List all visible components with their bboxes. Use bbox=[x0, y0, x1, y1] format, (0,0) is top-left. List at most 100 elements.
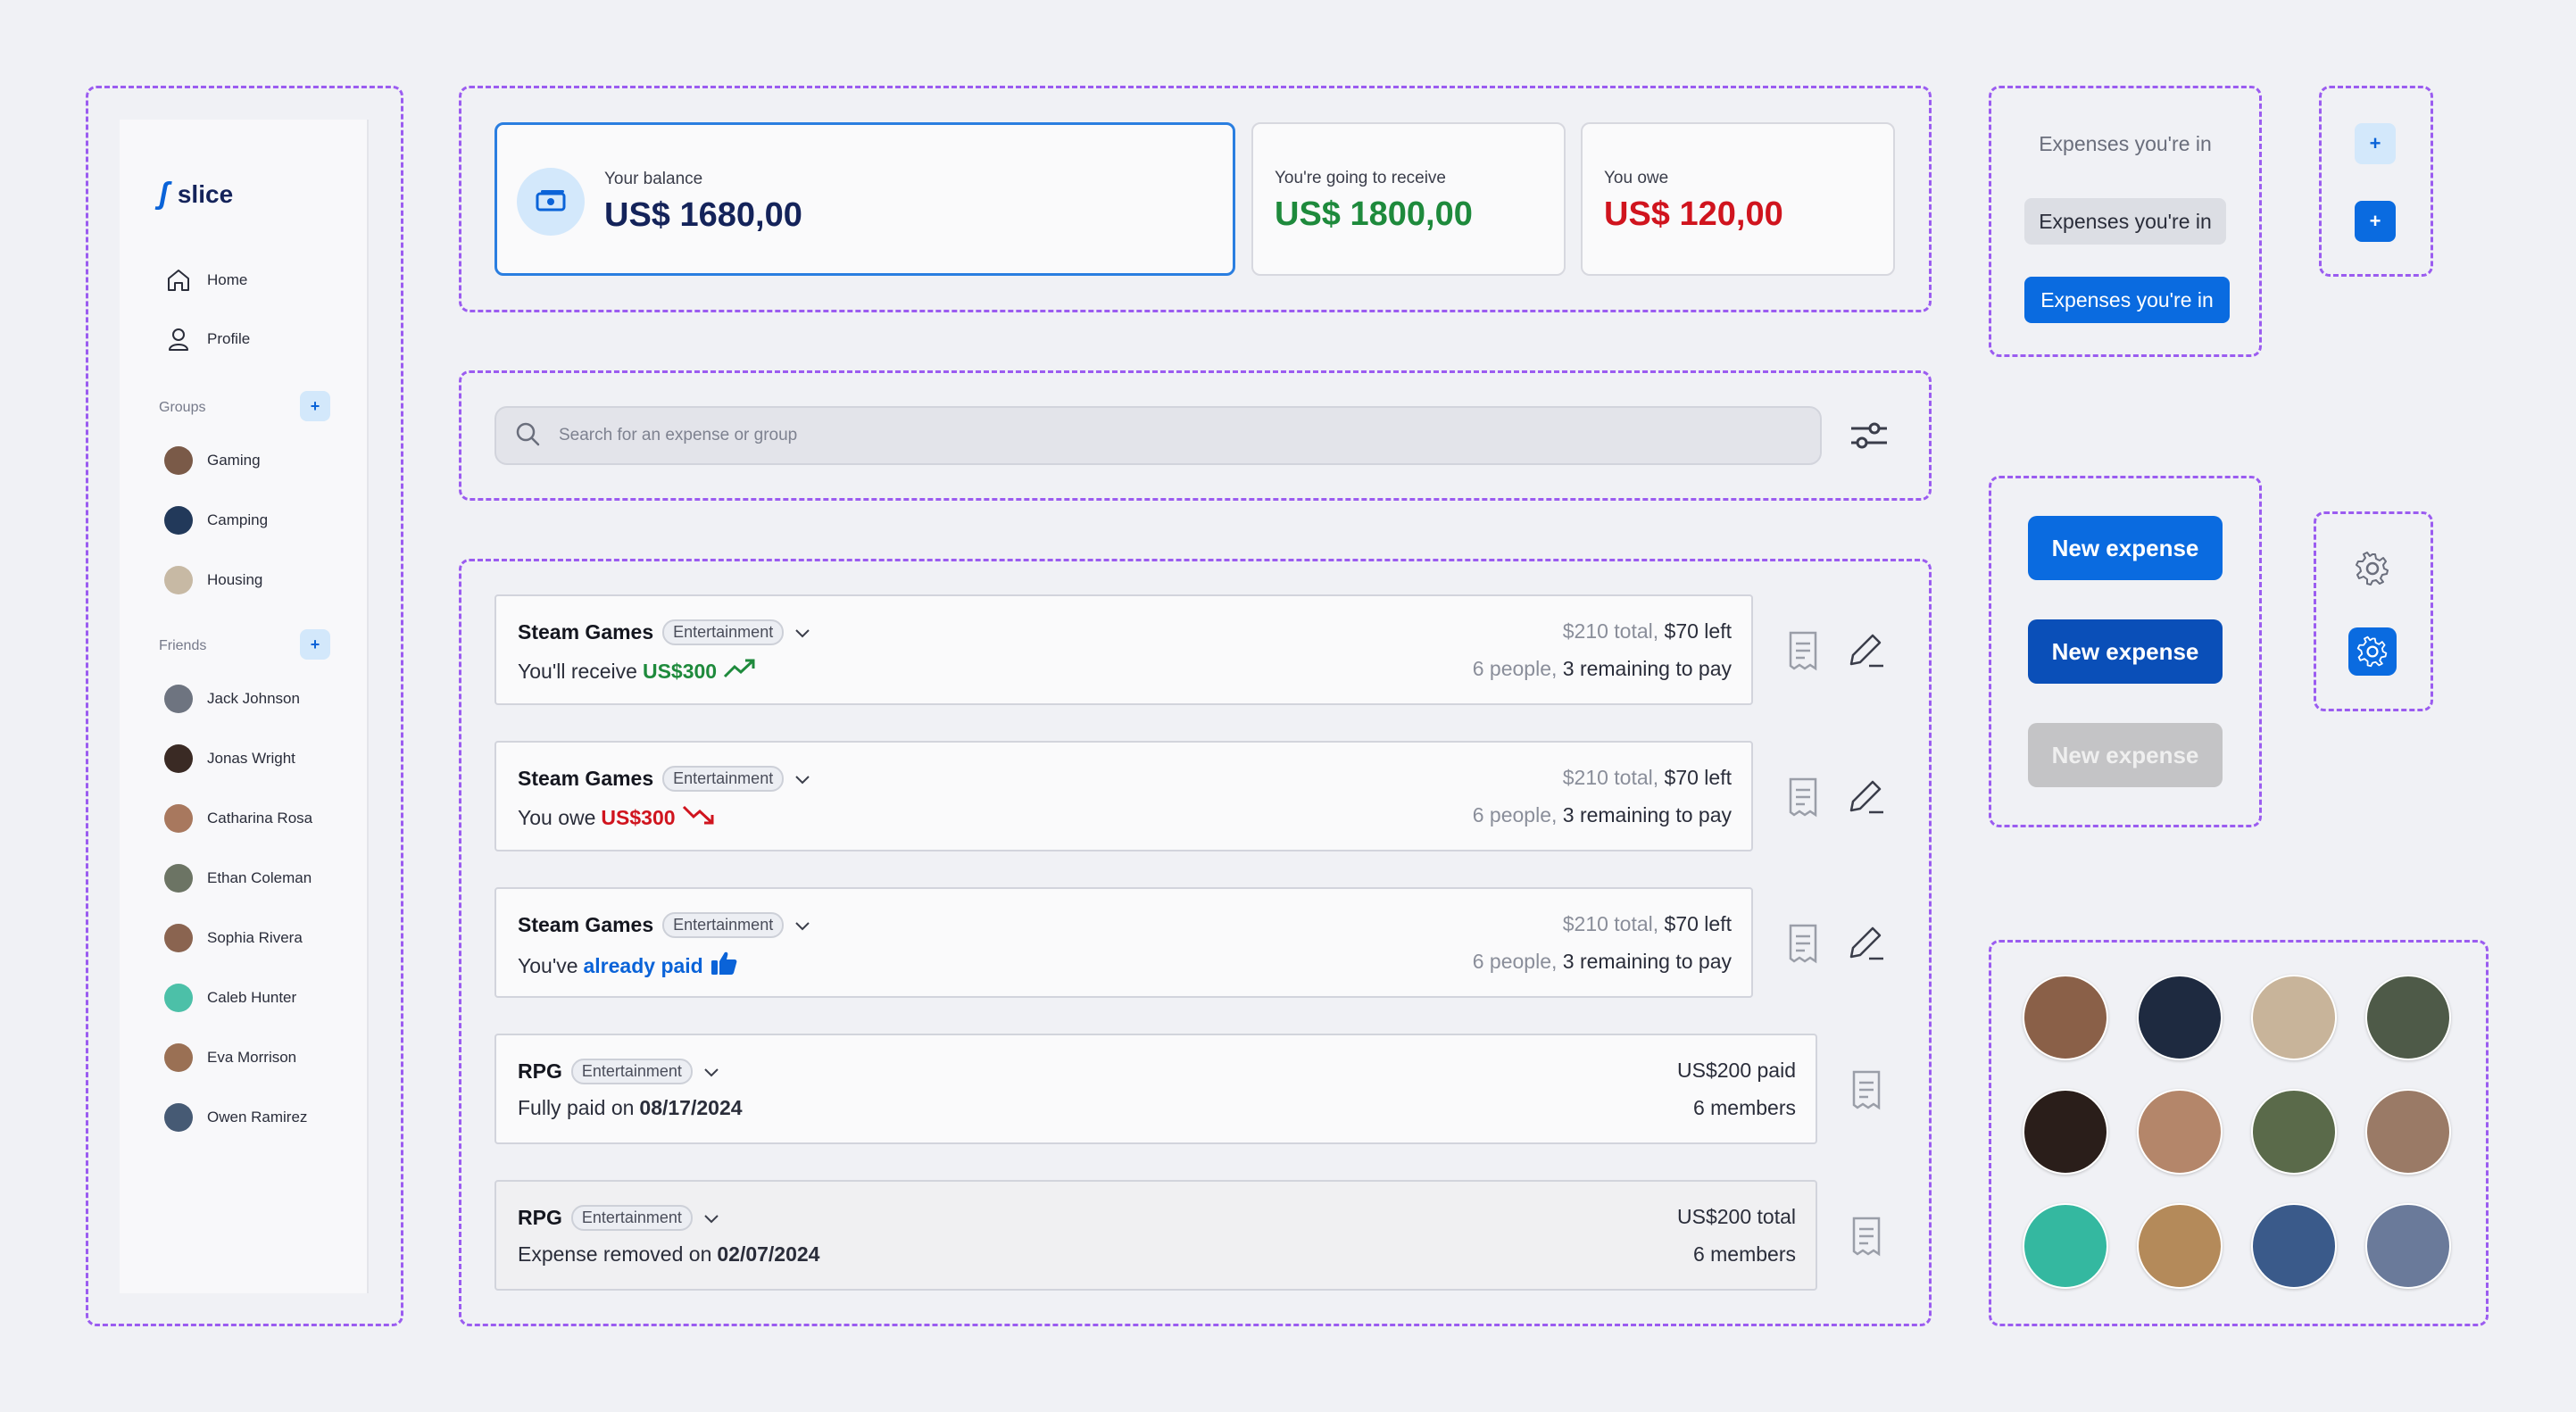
chevron-down-icon[interactable] bbox=[702, 1209, 721, 1228]
photo-avatar bbox=[2023, 1203, 2108, 1289]
photo-avatar bbox=[2023, 1089, 2108, 1175]
chevron-down-icon[interactable] bbox=[793, 916, 812, 935]
avatar bbox=[164, 984, 193, 1012]
balance-label: Your balance bbox=[604, 170, 703, 188]
photo-avatar bbox=[2365, 1089, 2451, 1175]
owe-card[interactable]: You owe US$ 120,00 bbox=[1581, 122, 1895, 276]
receipt-icon[interactable] bbox=[1787, 777, 1819, 818]
new-expense-button-disabled[interactable]: New expense bbox=[2028, 723, 2223, 787]
avatar bbox=[164, 924, 193, 952]
sidebar-item-friend[interactable]: Jack Johnson bbox=[164, 683, 300, 715]
expense-name: Steam Games bbox=[518, 913, 654, 936]
photo-avatar bbox=[2023, 975, 2108, 1060]
expense-remaining: 3 remaining to pay bbox=[1562, 657, 1732, 680]
receive-value: US$ 1800,00 bbox=[1275, 195, 1473, 233]
avatar bbox=[164, 864, 193, 893]
search-input[interactable] bbox=[559, 426, 1719, 445]
expense-amount: US$300 bbox=[601, 805, 676, 829]
add-button-light[interactable]: + bbox=[2355, 123, 2396, 164]
filter-chip-default[interactable]: Expenses you're in bbox=[2024, 120, 2226, 167]
filter-chip-selected[interactable]: Expenses you're in bbox=[2024, 277, 2230, 323]
receive-card[interactable]: You're going to receive US$ 1800,00 bbox=[1251, 122, 1566, 276]
expense-status-text: You'll receive bbox=[518, 659, 637, 683]
photo-avatar bbox=[2137, 1203, 2223, 1289]
expense-members: 6 members bbox=[1692, 1096, 1796, 1119]
sidebar-item-housing[interactable]: Housing bbox=[164, 564, 262, 596]
expense-total: $210 total, bbox=[1562, 619, 1665, 643]
new-expense-button[interactable]: New expense bbox=[2028, 516, 2223, 580]
expense-row[interactable]: Steam Games Entertainment You owe US$300… bbox=[494, 741, 1753, 851]
expense-status-text: You've bbox=[518, 953, 578, 977]
sidebar-item-gaming[interactable]: Gaming bbox=[164, 444, 261, 477]
trending-up-icon bbox=[722, 657, 758, 685]
category-tag: Entertainment bbox=[662, 912, 785, 938]
sidebar-item-friend[interactable]: Jonas Wright bbox=[164, 743, 295, 775]
sidebar-item-label: Home bbox=[207, 271, 248, 288]
expense-row[interactable]: RPG Entertainment Fully paid on 08/17/20… bbox=[494, 1034, 1817, 1144]
category-tag: Entertainment bbox=[570, 1059, 693, 1084]
sidebar-item-label: Eva Morrison bbox=[207, 1049, 297, 1066]
receipt-icon[interactable] bbox=[1787, 923, 1819, 964]
filter-icon[interactable] bbox=[1849, 419, 1889, 456]
expense-row[interactable]: Steam Games Entertainment You'll receive… bbox=[494, 594, 1753, 705]
sidebar-item-label: Gaming bbox=[207, 452, 261, 469]
add-friend-button[interactable]: + bbox=[300, 629, 330, 660]
chevron-down-icon[interactable] bbox=[793, 769, 812, 789]
sidebar-item-friend[interactable]: Caleb Hunter bbox=[164, 982, 296, 1014]
sidebar-item-friend[interactable]: Ethan Coleman bbox=[164, 862, 312, 894]
trending-down-icon bbox=[681, 803, 717, 832]
photo-avatar bbox=[2137, 975, 2223, 1060]
filter-chip-hover[interactable]: Expenses you're in bbox=[2024, 198, 2226, 245]
edit-icon[interactable] bbox=[1846, 777, 1887, 818]
expense-total: US$200 paid bbox=[1677, 1059, 1796, 1082]
logo-icon: ʃ bbox=[159, 177, 169, 211]
balance-card[interactable]: Your balance US$ 1680,00 bbox=[494, 122, 1235, 276]
expense-left: $70 left bbox=[1664, 912, 1732, 935]
expense-paid-status: already paid bbox=[583, 953, 703, 977]
sidebar-item-profile[interactable]: Profile bbox=[164, 323, 250, 355]
expense-date: 08/17/2024 bbox=[639, 1096, 743, 1119]
gear-icon[interactable] bbox=[2354, 550, 2391, 592]
edit-icon[interactable] bbox=[1846, 923, 1887, 964]
owe-label: You owe bbox=[1604, 169, 1669, 187]
balance-value: US$ 1680,00 bbox=[604, 196, 802, 234]
expense-left: $70 left bbox=[1664, 766, 1732, 789]
sidebar-item-friend[interactable]: Catharina Rosa bbox=[164, 802, 312, 835]
expense-status-text: Fully paid on bbox=[518, 1096, 635, 1119]
chevron-down-icon[interactable] bbox=[793, 623, 812, 643]
search-icon bbox=[514, 420, 541, 452]
money-icon bbox=[517, 168, 585, 236]
receive-label: You're going to receive bbox=[1275, 169, 1447, 187]
sidebar-item-friend[interactable]: Sophia Rivera bbox=[164, 922, 303, 954]
category-tag: Entertainment bbox=[570, 1205, 693, 1231]
edit-icon[interactable] bbox=[1846, 630, 1887, 671]
expense-total: US$200 total bbox=[1677, 1205, 1796, 1228]
expense-name: Steam Games bbox=[518, 620, 654, 644]
expense-people: 6 people, bbox=[1472, 657, 1563, 680]
new-expense-button-pressed[interactable]: New expense bbox=[2028, 619, 2223, 684]
expense-people: 6 people, bbox=[1472, 803, 1563, 826]
expense-amount: US$300 bbox=[642, 659, 718, 683]
sidebar-item-label: Owen Ramirez bbox=[207, 1109, 308, 1125]
receipt-icon[interactable] bbox=[1850, 1069, 1882, 1110]
expense-row[interactable]: RPG Entertainment Expense removed on 02/… bbox=[494, 1180, 1817, 1291]
chevron-down-icon[interactable] bbox=[702, 1062, 721, 1082]
sidebar-item-camping[interactable]: Camping bbox=[164, 504, 268, 536]
add-button-dark[interactable]: + bbox=[2355, 201, 2396, 242]
home-icon bbox=[164, 266, 193, 295]
gear-icon-active[interactable] bbox=[2348, 627, 2397, 676]
sidebar-item-home[interactable]: Home bbox=[164, 264, 247, 296]
avatar bbox=[164, 1043, 193, 1072]
thumbs-up-icon bbox=[709, 950, 739, 982]
receipt-icon[interactable] bbox=[1850, 1216, 1882, 1257]
sidebar-item-label: Profile bbox=[207, 330, 251, 347]
add-group-button[interactable]: + bbox=[300, 391, 330, 421]
receipt-icon[interactable] bbox=[1787, 630, 1819, 671]
sidebar-item-friend[interactable]: Eva Morrison bbox=[164, 1042, 296, 1074]
expense-total: $210 total, bbox=[1562, 912, 1665, 935]
sidebar-item-friend[interactable]: Owen Ramirez bbox=[164, 1101, 307, 1134]
logo: ʃ slice bbox=[159, 177, 233, 212]
avatar bbox=[164, 446, 193, 475]
avatar bbox=[164, 566, 193, 594]
expense-row[interactable]: Steam Games Entertainment You've already… bbox=[494, 887, 1753, 998]
